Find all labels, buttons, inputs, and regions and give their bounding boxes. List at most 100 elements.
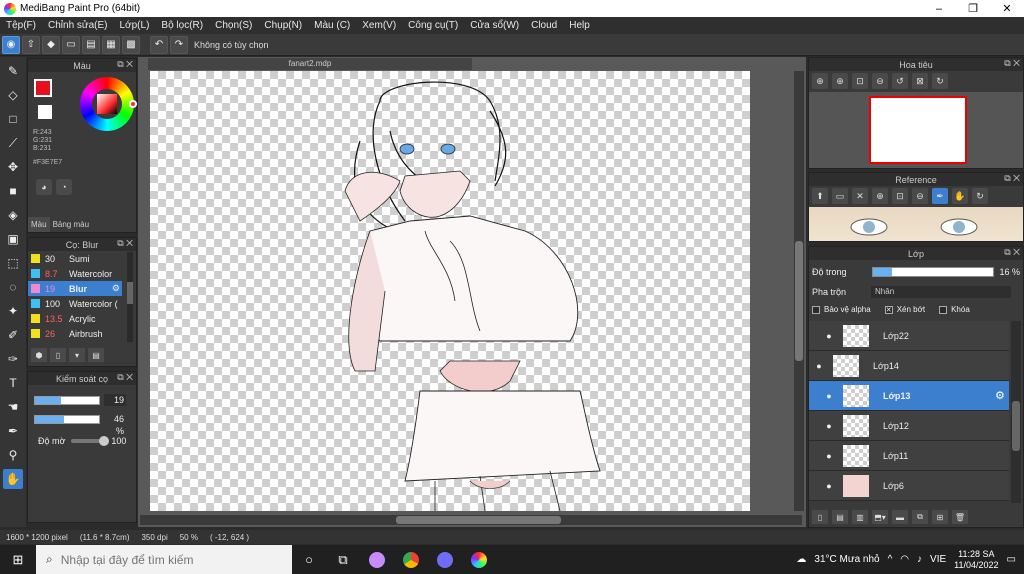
volume-icon[interactable]: ♪ (917, 554, 922, 565)
tab-color[interactable]: Màu (28, 217, 50, 232)
close-button[interactable]: ✕ (990, 2, 1024, 15)
grid-icon[interactable]: ▩ (122, 35, 140, 54)
brush-scrollbar[interactable] (127, 252, 133, 342)
menu-color[interactable]: Màu (C) (308, 20, 356, 31)
canvas-vertical-scrollbar[interactable] (794, 71, 804, 511)
navigator-view[interactable] (809, 92, 1023, 168)
palette-add-icon[interactable]: ◔ (56, 179, 72, 195)
layer-item-selected[interactable]: ● Lớp13 ⚙ (809, 381, 1009, 411)
visibility-icon[interactable]: ● (823, 331, 835, 341)
zoom-fit-icon[interactable]: ⊕ (812, 73, 828, 89)
lasso-tool-icon[interactable]: ◌ (3, 277, 23, 297)
delete-layer-icon[interactable]: 🗑 (952, 510, 968, 524)
color-square[interactable] (97, 94, 117, 114)
cortana-icon[interactable]: ○ (292, 545, 326, 574)
layer-item[interactable]: ● Lớp12 (809, 411, 1009, 441)
select-tool-icon[interactable]: ⬚ (3, 253, 23, 273)
undo-icon[interactable]: ↶ (150, 35, 168, 54)
visibility-icon[interactable]: ● (823, 451, 835, 461)
ref-close-icon[interactable]: ✕ (852, 188, 868, 204)
ref-zoom-in-icon[interactable]: ⊕ (872, 188, 888, 204)
dropper-tool-icon[interactable]: ⚲ (3, 445, 23, 465)
new-layer-icon[interactable]: ▯ (812, 510, 828, 524)
ref-folder-icon[interactable]: ▭ (832, 188, 848, 204)
page-icon[interactable]: ▤ (82, 35, 100, 54)
ref-fit-icon[interactable]: ⊡ (892, 188, 908, 204)
palette-icon[interactable]: ◕ (36, 179, 52, 195)
hue-picker-handle[interactable] (129, 100, 137, 108)
hand-tool-icon[interactable]: ✋ (3, 469, 23, 489)
rotate-left-icon[interactable]: ↺ (892, 73, 908, 89)
fit-window-icon[interactable]: ⊡ (852, 73, 868, 89)
ref-upload-icon[interactable]: ⬆ (812, 188, 828, 204)
app-icon[interactable] (360, 545, 394, 574)
lang-indicator[interactable]: VIE (930, 554, 946, 565)
duplicate-layer-icon[interactable]: ⧉ (912, 510, 928, 524)
merge-layer-icon[interactable]: ⊞ (932, 510, 948, 524)
panel-icon[interactable]: ▦ (102, 35, 120, 54)
gear-icon[interactable]: ⚙ (995, 389, 1009, 402)
canvas-horizontal-scrollbar[interactable] (140, 515, 802, 525)
notification-icon[interactable]: ▭ (1007, 554, 1016, 565)
weather-text[interactable]: 31°C Mưa nhỏ (814, 554, 879, 565)
eyedropper-tool-icon[interactable]: ✒ (3, 421, 23, 441)
folder-icon[interactable]: ▬ (892, 510, 908, 524)
layer-opacity-slider[interactable] (871, 267, 994, 277)
layer-scrollbar[interactable] (1011, 321, 1021, 503)
menu-view[interactable]: Xem(V) (356, 20, 402, 31)
brush-add-icon[interactable]: ⬢ (31, 348, 47, 362)
visibility-icon[interactable]: ● (823, 481, 835, 491)
fill-tool-icon[interactable]: ◈ (3, 205, 23, 225)
brush-item[interactable]: 26 Airbrush (28, 326, 122, 341)
gear-icon[interactable]: ⚙ (112, 283, 120, 294)
panel-close-icon[interactable]: ⧉ ✕ (117, 238, 133, 249)
menu-tools[interactable]: Công cụ(T) (402, 20, 464, 31)
menu-file[interactable]: Tệp(F) (0, 20, 42, 31)
zoom-out-icon[interactable]: ⊖ (872, 73, 888, 89)
visibility-icon[interactable]: ● (823, 391, 835, 401)
menu-help[interactable]: Help (563, 20, 596, 31)
layer-item[interactable]: ● Lớp11 (809, 441, 1009, 471)
text-tool-icon[interactable]: T (3, 373, 23, 393)
maximize-button[interactable]: ❐ (956, 2, 990, 15)
brush-percent-slider[interactable] (34, 414, 100, 424)
ref-zoom-out-icon[interactable]: ⊖ (912, 188, 928, 204)
gradient-tool-icon[interactable]: ▣ (3, 229, 23, 249)
brush-menu-icon[interactable]: ▾ (69, 348, 85, 362)
start-button[interactable]: ⊞ (0, 545, 36, 574)
discord-icon[interactable] (428, 545, 462, 574)
chrome-icon[interactable] (394, 545, 428, 574)
layer-item[interactable]: ● Lớp22 (809, 321, 1009, 351)
brush-settings-icon[interactable]: ▤ (88, 348, 104, 362)
add-layer-menu-icon[interactable]: ⬒▾ (872, 510, 888, 524)
weather-icon[interactable]: ☁ (796, 554, 806, 565)
panel-close-icon[interactable]: ⧉ ✕ (117, 59, 133, 70)
visibility-icon[interactable]: ● (823, 421, 835, 431)
layer-item[interactable]: ● Lớp14 (809, 351, 1009, 381)
select-pen-icon[interactable]: ✐ (3, 325, 23, 345)
flip-icon[interactable]: ⊠ (912, 73, 928, 89)
brush-opacity-slider[interactable] (71, 436, 110, 446)
layer-item[interactable]: ● Lớp6 (809, 471, 1009, 501)
medibang-taskbar-icon[interactable] (462, 545, 496, 574)
speech-bubble-icon[interactable]: ◆ (42, 35, 60, 54)
menu-edit[interactable]: Chỉnh sửa(E) (42, 20, 114, 31)
brush-item[interactable]: 100 Watercolor ( (28, 296, 122, 311)
line-tool-icon[interactable]: ⟋ (3, 133, 23, 153)
clock[interactable]: 11:28 SA 11/04/2022 (954, 549, 998, 571)
rect-tool-icon[interactable]: □ (3, 109, 23, 129)
blend-mode-select[interactable]: Nhân (871, 286, 1012, 298)
menu-window[interactable]: Cửa sổ(W) (464, 20, 525, 31)
brush-item[interactable]: 19 Blur ⚙ (28, 281, 122, 296)
search-input[interactable] (60, 552, 261, 567)
new-8bit-layer-icon[interactable]: ▥ (852, 510, 868, 524)
ref-rotate-icon[interactable]: ↻ (972, 188, 988, 204)
ref-hand-icon[interactable]: ✋ (952, 188, 968, 204)
comment-icon[interactable]: ▭ (62, 35, 80, 54)
clipping-checkbox[interactable]: ✕ Xén bớt (884, 305, 925, 314)
background-color-swatch[interactable] (38, 105, 52, 119)
reference-image[interactable] (809, 207, 1023, 241)
panel-close-icon[interactable]: ⧉ ✕ (1004, 247, 1020, 258)
select-eraser-icon[interactable]: ✑ (3, 349, 23, 369)
minimize-button[interactable]: – (922, 3, 956, 15)
